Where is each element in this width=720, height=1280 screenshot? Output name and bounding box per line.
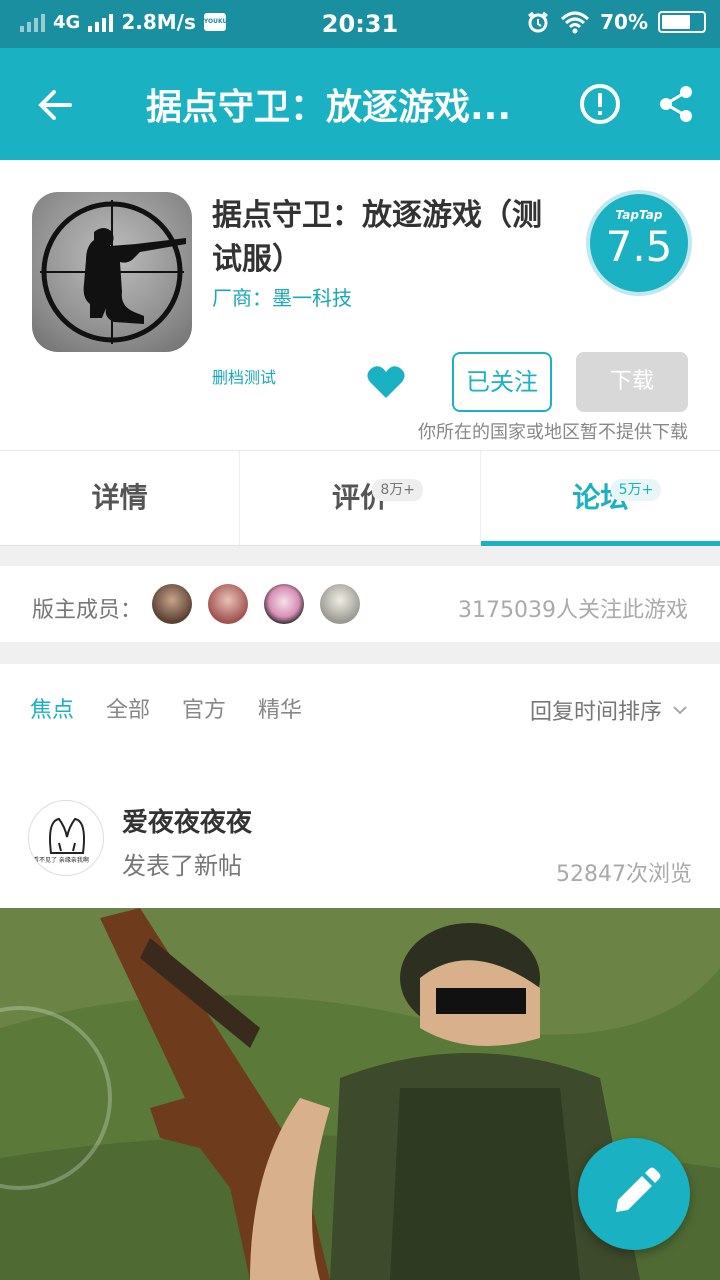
follow-button[interactable]: 已关注 — [452, 352, 552, 412]
tab-details[interactable]: 详情 — [0, 451, 241, 545]
page-title: 据点守卫：放逐游戏... — [146, 87, 512, 128]
tab-forum[interactable]: 论坛 5万+ — [480, 451, 720, 546]
filter-official[interactable]: 官方 — [182, 692, 226, 724]
post-username[interactable]: 爱夜夜夜夜 — [122, 802, 252, 839]
alarm-icon — [528, 11, 549, 33]
tab-label: 详情 — [91, 481, 148, 514]
download-button[interactable]: 下载 — [576, 352, 688, 412]
moderators-row: 版主成员： 3175039人关注此游戏 — [0, 566, 720, 642]
moderator-avatar[interactable] — [208, 584, 248, 624]
share-icon[interactable] — [656, 84, 696, 124]
rating-score: 7.5 — [605, 222, 673, 271]
avatar-caption: 看不见了 亲缘亲我啊 — [33, 857, 89, 864]
forum-post[interactable]: 看不见了 亲缘亲我啊 爱夜夜夜夜 发表了新帖 52847次浏览 — [0, 754, 720, 908]
sort-dropdown[interactable]: 回复时间排序 — [530, 694, 688, 726]
forum-filter-bar: 焦点 全部 官方 精华 回复时间排序 — [0, 664, 720, 754]
test-tag: 删档测试 — [212, 368, 277, 387]
forum-count-badge: 5万+ — [610, 479, 662, 501]
filter-focus[interactable]: 焦点 — [30, 692, 74, 724]
app-name: 据点守卫：放逐游戏（测试服） — [212, 198, 542, 277]
app-info-card: 据点守卫：放逐游戏（测试服） 厂商：墨一科技 TapTap 7.5 删档测试 已… — [0, 160, 720, 450]
battery-icon — [658, 11, 706, 33]
rating-badge: TapTap 7.5 — [590, 194, 688, 292]
chevron-down-icon — [673, 706, 687, 715]
filter-all[interactable]: 全部 — [106, 692, 150, 724]
vendor-link[interactable]: 厂商：墨一科技 — [212, 282, 352, 311]
moderator-avatar[interactable] — [152, 584, 192, 624]
divider — [0, 546, 720, 566]
battery-percent: 70% — [600, 10, 648, 34]
moderator-avatar[interactable] — [320, 584, 360, 624]
divider — [0, 642, 720, 664]
post-action: 发表了新帖 — [122, 852, 242, 880]
tab-bar: 详情 评价 8万+ 论坛 5万+ — [0, 450, 720, 546]
pencil-icon — [616, 1167, 661, 1212]
taptap-logo: TapTap — [615, 208, 663, 222]
app-icon — [32, 192, 192, 352]
filter-featured[interactable]: 精华 — [258, 692, 302, 724]
app-bar: 据点守卫：放逐游戏... — [0, 48, 720, 160]
moderators-label: 版主成员： — [32, 598, 143, 623]
status-bar: 4G 2.8M/s YOUKU 20:31 70% — [0, 0, 720, 48]
moderator-avatar[interactable] — [264, 584, 304, 624]
region-notice: 你所在的国家或地区暂不提供下载 — [418, 422, 688, 443]
heart-icon[interactable] — [366, 364, 406, 400]
followers-count: 3175039人关注此游戏 — [458, 598, 688, 623]
report-icon[interactable] — [578, 82, 622, 126]
tab-reviews[interactable]: 评价 8万+ — [240, 451, 481, 545]
post-views: 52847次浏览 — [556, 862, 692, 887]
wifi-icon — [561, 11, 590, 34]
user-avatar[interactable]: 看不见了 亲缘亲我啊 — [28, 800, 104, 876]
new-post-button[interactable] — [578, 1138, 690, 1250]
review-count-badge: 8万+ — [372, 479, 423, 501]
back-arrow-icon[interactable] — [30, 80, 80, 130]
sort-label: 回复时间排序 — [529, 700, 662, 725]
